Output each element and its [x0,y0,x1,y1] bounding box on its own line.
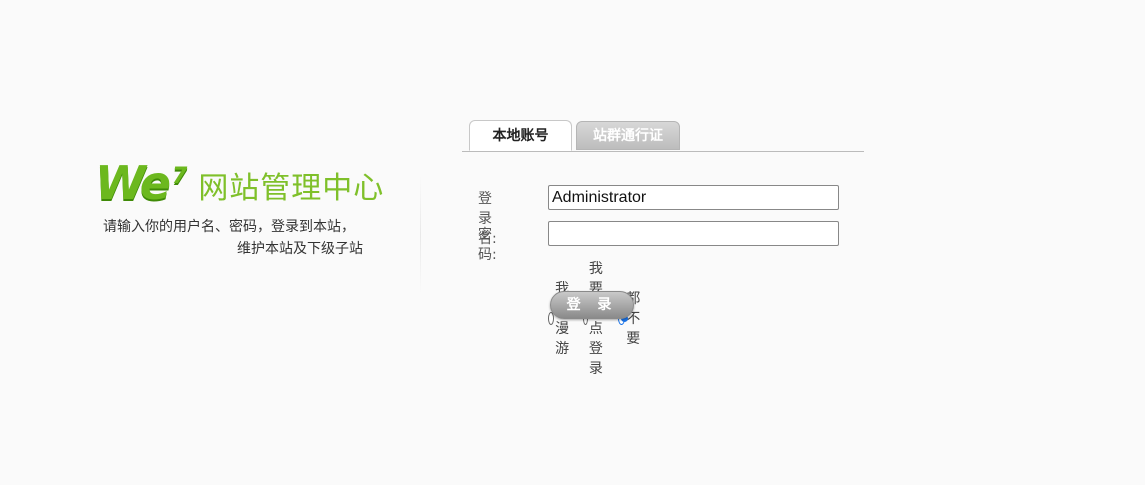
logo-area: We 7 网站管理中心 请输入你的用户名、密码，登录到本站， 维护本站及下级子站 [95,160,425,300]
brand-text: We [95,156,171,210]
brand-sup: 7 [172,164,187,189]
divider [420,175,421,295]
logo-description: 请输入你的用户名、密码，登录到本站， 维护本站及下级子站 [95,216,425,260]
tab-site-group-pass[interactable]: 站群通行证 [576,121,680,150]
login-button[interactable]: 登 录 [550,291,634,319]
login-tabs: 本地账号 站群通行证 [462,120,864,152]
password-input[interactable] [548,221,839,246]
logo-desc-line1: 请输入你的用户名、密码，登录到本站， [103,219,355,235]
logo-title: 网站管理中心 [198,171,385,206]
password-label: 密 码: [478,227,497,263]
tab-local-account[interactable]: 本地账号 [469,120,572,151]
logo: We 7 网站管理中心 [95,160,425,206]
we7-logo: We 7 [95,160,187,206]
username-input[interactable] [548,185,839,210]
logo-desc-line2: 维护本站及下级子站 [237,241,363,257]
